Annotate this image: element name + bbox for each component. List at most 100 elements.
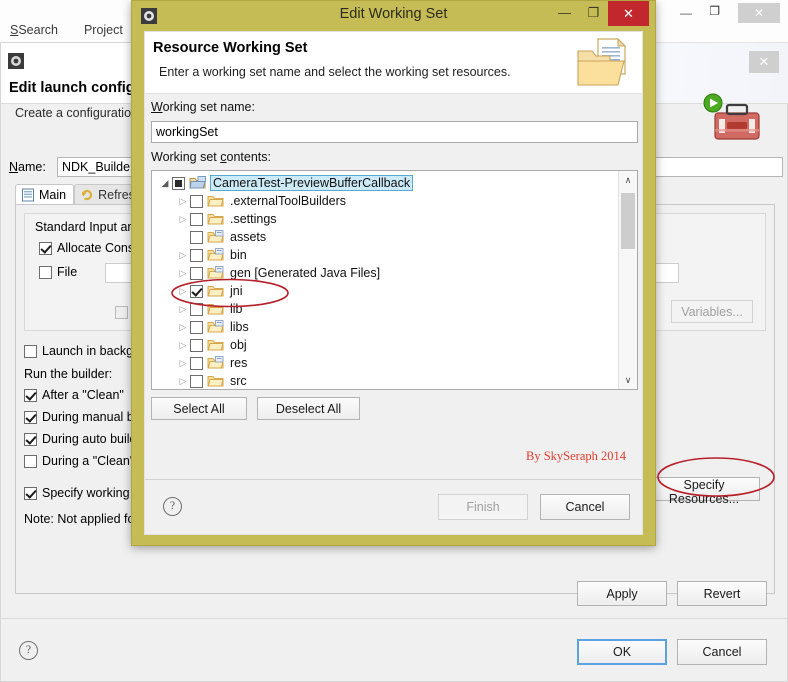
after-clean-row[interactable]: After a "Clean"	[24, 388, 124, 402]
tree-item[interactable]: ▷ jni	[152, 282, 615, 300]
background-minimize-button[interactable]: —	[680, 6, 692, 20]
deselect-all-button[interactable]: Deselect All	[257, 397, 360, 420]
file-checkbox[interactable]	[39, 265, 52, 279]
edit-working-set-body: WWorking set name:orking set name: Worki…	[144, 94, 643, 535]
variables-button[interactable]: Variables...	[671, 300, 753, 323]
allocate-console-checkbox[interactable]	[39, 241, 52, 255]
background-maximize-button[interactable]: ❐	[709, 4, 720, 18]
expand-arrow-closed-icon[interactable]: ▷	[176, 354, 190, 372]
tree-item-checkbox[interactable]	[190, 302, 203, 316]
background-window-titlebar: — ❐ ✕	[655, 0, 788, 43]
tree-item-checkbox[interactable]	[172, 176, 185, 190]
dialog-heading: Resource Working Set	[153, 40, 308, 56]
specify-working-set-row[interactable]: Specify working se	[24, 486, 146, 500]
launch-in-background-checkbox[interactable]	[24, 344, 37, 358]
menu-item-search[interactable]: SSearch	[10, 23, 58, 37]
run-the-builder-label: Run the builder:	[24, 367, 113, 381]
ok-button[interactable]: OK	[577, 639, 667, 665]
expand-arrow-closed-icon[interactable]: ▷	[176, 192, 190, 210]
launch-in-background-label: Launch in backgro	[42, 344, 145, 358]
during-manual-build-row[interactable]: During manual bu	[24, 410, 141, 424]
tree-item-checkbox[interactable]	[190, 230, 203, 244]
tree-item-checkbox[interactable]	[190, 212, 203, 226]
expand-arrow-open-icon[interactable]: ◢	[158, 174, 172, 192]
source-folder-icon	[207, 356, 224, 370]
tree-item-label: assets	[230, 230, 267, 244]
during-auto-builds-row[interactable]: During auto builds	[24, 432, 143, 446]
tree-item[interactable]: ▷ .externalToolBuilders	[152, 192, 615, 210]
tree-item-label: jni	[230, 284, 243, 298]
tree-item-checkbox[interactable]	[190, 320, 203, 334]
expand-arrow-closed-icon[interactable]: ▷	[176, 336, 190, 354]
refresh-icon	[80, 188, 94, 202]
tree-item[interactable]: ◢ CameraTest-PreviewBufferCallback	[152, 174, 615, 192]
scroll-up-arrow-icon[interactable]: ∧	[619, 171, 637, 189]
edit-working-set-header: Resource Working Set Enter a working set…	[144, 31, 643, 94]
working-set-name-input[interactable]	[151, 121, 638, 143]
tree-vertical-scrollbar[interactable]: ∧ ∨	[618, 171, 637, 389]
close-button[interactable]: ✕	[608, 1, 649, 26]
revert-button[interactable]: Revert	[677, 581, 767, 606]
during-clean-checkbox[interactable]	[24, 454, 37, 468]
tree-item[interactable]: ▷ res	[152, 354, 615, 372]
source-folder-icon	[207, 266, 224, 280]
expand-arrow-closed-icon[interactable]: ▷	[176, 264, 190, 282]
folder-document-icon	[576, 37, 630, 89]
tree-item-checkbox[interactable]	[190, 374, 203, 388]
finish-button[interactable]: Finish	[438, 494, 528, 520]
specify-resources-button[interactable]: Specify Resources...	[648, 477, 760, 506]
expand-arrow-closed-icon[interactable]: ▷	[176, 246, 190, 264]
scrollbar-thumb[interactable]	[621, 193, 635, 249]
expand-arrow-closed-icon[interactable]: ▷	[176, 318, 190, 336]
after-clean-checkbox[interactable]	[24, 388, 37, 402]
specify-working-set-checkbox[interactable]	[24, 486, 37, 500]
expand-arrow-closed-icon[interactable]: ▷	[176, 282, 190, 300]
tab-main[interactable]: Main	[15, 184, 75, 205]
launch-dialog-subtitle: Create a configuration	[15, 106, 138, 120]
expand-arrow-closed-icon[interactable]: ▷	[176, 372, 190, 389]
working-set-tree[interactable]: ◢ CameraTest-PreviewBufferCallback ▷ .exter…	[151, 170, 638, 390]
menu-item-project[interactable]: Project	[84, 23, 123, 37]
launch-config-tabs: Main Refresh	[15, 183, 150, 205]
minimize-button[interactable]: —	[550, 2, 579, 24]
help-icon[interactable]: ?	[163, 497, 182, 516]
during-clean-row[interactable]: During a "Clean"	[24, 454, 134, 468]
background-close-button[interactable]: ✕	[738, 3, 780, 23]
tree-item[interactable]: ▷ obj	[152, 336, 615, 354]
apply-button[interactable]: Apply	[577, 581, 667, 606]
expand-arrow-closed-icon[interactable]: ▷	[176, 210, 190, 228]
tree-item-checkbox[interactable]	[190, 356, 203, 370]
help-icon[interactable]: ?	[19, 641, 38, 660]
tree-item[interactable]: ▷ libs	[152, 318, 615, 336]
tree-item-label: src	[230, 374, 247, 388]
during-manual-build-checkbox[interactable]	[24, 410, 37, 424]
select-all-button[interactable]: Select All	[151, 397, 247, 420]
tree-item[interactable]: ▷ src	[152, 372, 615, 389]
document-icon	[21, 188, 35, 202]
tree-item[interactable]: ▷ .settings	[152, 210, 615, 228]
cancel-button[interactable]: Cancel	[540, 494, 630, 520]
cancel-button[interactable]: Cancel	[677, 639, 767, 665]
source-folder-icon	[207, 230, 224, 244]
tree-item-checkbox[interactable]	[190, 338, 203, 352]
expand-arrow-closed-icon[interactable]: ▷	[176, 300, 190, 318]
source-folder-icon	[207, 320, 224, 334]
tree-item[interactable]: assets	[152, 228, 615, 246]
launch-in-background-row[interactable]: Launch in backgro	[24, 344, 144, 358]
tree-item-checkbox[interactable]	[190, 194, 203, 208]
tree-item-checkbox[interactable]	[190, 284, 203, 298]
tree-item-checkbox[interactable]	[190, 266, 203, 280]
tree-item-checkbox[interactable]	[190, 248, 203, 262]
launch-dialog-close-button[interactable]: ✕	[749, 51, 779, 73]
file-checkbox-row[interactable]: File	[39, 265, 77, 279]
tree-item-label: res	[230, 356, 248, 370]
tree-item[interactable]: ▷ bin	[152, 246, 615, 264]
maximize-button[interactable]: ❐	[579, 2, 608, 24]
tree-item[interactable]: ▷ lib	[152, 300, 615, 318]
during-auto-builds-checkbox[interactable]	[24, 432, 37, 446]
ok-cancel-row: OK Cancel	[577, 639, 767, 665]
during-manual-build-label: During manual bu	[42, 410, 141, 424]
tree-item[interactable]: ▷ gen [Generated Java Files]	[152, 264, 615, 282]
tree-rows-container: ◢ CameraTest-PreviewBufferCallback ▷ .exter…	[152, 174, 615, 389]
scroll-down-arrow-icon[interactable]: ∨	[619, 371, 637, 389]
